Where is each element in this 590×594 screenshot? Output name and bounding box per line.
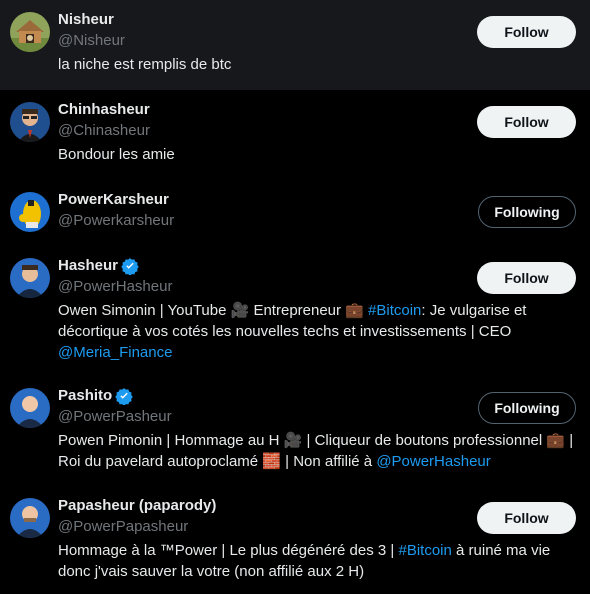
- bio: la niche est remplis de btc: [58, 54, 576, 75]
- bio-text: Owen Simonin | YouTube 🎥 Entrepreneur 💼: [58, 302, 369, 319]
- powerkarsheur-avatar-icon: [10, 192, 50, 232]
- hashtag-link[interactable]: #Bitcoin: [368, 302, 421, 319]
- following-button[interactable]: Following: [478, 392, 576, 424]
- follow-button[interactable]: Follow: [477, 106, 576, 138]
- avatar[interactable]: [10, 12, 50, 52]
- follow-button[interactable]: Follow: [477, 502, 576, 534]
- follow-button[interactable]: Follow: [477, 16, 576, 48]
- avatar[interactable]: [10, 102, 50, 142]
- display-name[interactable]: Papasheur (paparody): [58, 496, 216, 516]
- display-name[interactable]: Nisheur: [58, 10, 114, 30]
- user-cell-hasheur[interactable]: Hasheur @PowerHasheur Owen Simonin | You…: [0, 246, 590, 376]
- avatar[interactable]: [10, 258, 50, 298]
- bio-text: Hommage à la ™Power | Le plus dégénéré d…: [58, 542, 399, 559]
- user-cell-pashito[interactable]: Pashito @PowerPasheur Powen Pimonin | Ho…: [0, 376, 590, 486]
- verified-badge-icon: [115, 388, 133, 405]
- bio-text: Bondour les amie: [58, 146, 175, 163]
- bio: Powen Pimonin | Hommage au H 🎥 | Cliqueu…: [58, 430, 576, 472]
- user-cell-papasheur[interactable]: Papasheur (paparody) @PowerPapasheur Hom…: [0, 486, 590, 584]
- pashito-avatar-icon: [10, 388, 50, 428]
- bio-text: la niche est remplis de btc: [58, 56, 232, 73]
- hasheur-avatar-icon: [10, 258, 50, 298]
- avatar[interactable]: [10, 192, 50, 232]
- avatar[interactable]: [10, 388, 50, 428]
- display-name[interactable]: Chinhasheur: [58, 100, 150, 120]
- hashtag-link[interactable]: #Bitcoin: [398, 542, 451, 559]
- avatar[interactable]: [10, 498, 50, 538]
- who-to-follow-list: Nisheur @Nisheur la niche est remplis de…: [0, 0, 590, 584]
- chinhasheur-avatar-icon: [10, 102, 50, 142]
- user-cell-powerkarsheur[interactable]: PowerKarsheur @Powerkarsheur Following: [0, 180, 590, 246]
- user-cell-nisheur[interactable]: Nisheur @Nisheur la niche est remplis de…: [0, 0, 590, 90]
- bio: Hommage à la ™Power | Le plus dégénéré d…: [58, 540, 576, 582]
- bio-text: Powen Pimonin | Hommage au H 🎥 | Cliqueu…: [58, 432, 574, 470]
- user-cell-chinhasheur[interactable]: Chinhasheur @Chinasheur Bondour les amie…: [0, 90, 590, 180]
- nisheur-avatar-icon: [10, 12, 50, 52]
- verified-badge-icon: [121, 258, 139, 275]
- papasheur-avatar-icon: [10, 498, 50, 538]
- follow-button[interactable]: Follow: [477, 262, 576, 294]
- bio: Owen Simonin | YouTube 🎥 Entrepreneur 💼 …: [58, 300, 576, 363]
- mention-link[interactable]: @PowerHasheur: [376, 453, 490, 470]
- display-name[interactable]: Pashito: [58, 386, 112, 406]
- display-name[interactable]: PowerKarsheur: [58, 190, 169, 210]
- mention-link[interactable]: @Meria_Finance: [58, 344, 172, 361]
- following-button[interactable]: Following: [478, 196, 576, 228]
- display-name[interactable]: Hasheur: [58, 256, 118, 276]
- bio: Bondour les amie: [58, 144, 576, 165]
